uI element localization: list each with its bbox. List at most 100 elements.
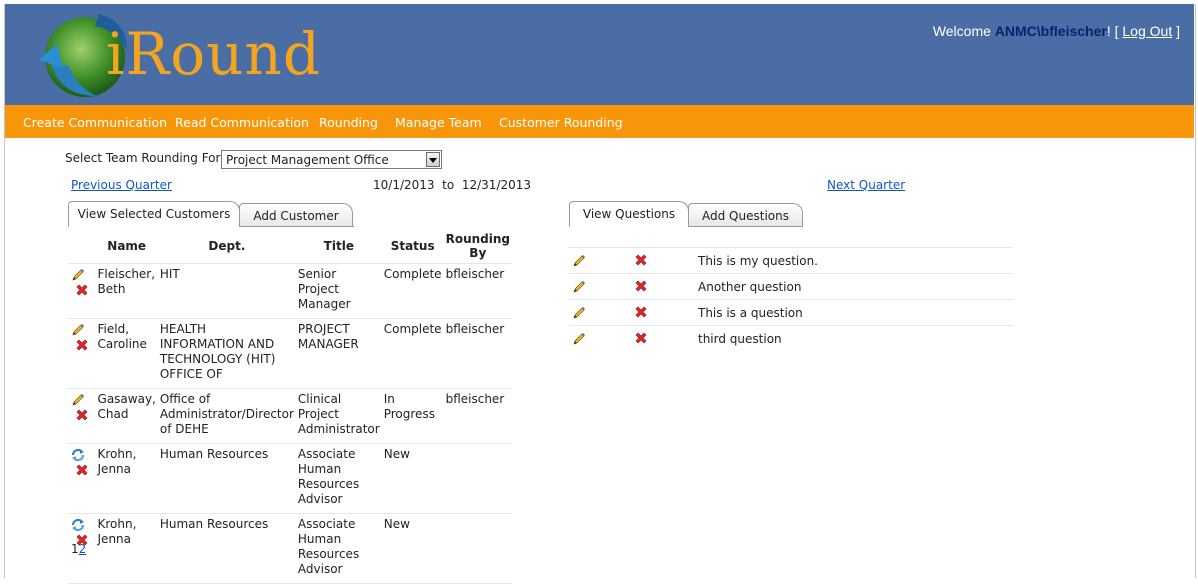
pencil-icon[interactable]: [70, 322, 86, 338]
question-row: This is my question.: [569, 247, 1013, 274]
row-dept: Office of Administrator/Director of DEHE: [157, 388, 296, 444]
quarter-date-range: 10/1/2013 to 12/31/2013: [373, 178, 531, 192]
row-title: Associate Human Resources Advisor: [295, 513, 382, 584]
row-actions: [68, 388, 96, 444]
question-text: This is my question.: [698, 247, 1013, 274]
questions-table: This is my question. Another question Th…: [569, 247, 1013, 351]
delete-icon[interactable]: [74, 283, 90, 299]
row-actions: [68, 318, 96, 389]
question-text: Another question: [698, 273, 1013, 300]
pencil-icon[interactable]: [70, 392, 86, 408]
row-title: PROJECT MANAGER: [295, 318, 382, 389]
status-header[interactable]: Status: [381, 228, 444, 264]
row-dept: HIT: [157, 263, 296, 319]
username: ANMC\bfleischer: [994, 23, 1107, 39]
header-banner: iRound Welcome ANMC\bfleischer! [ Log Ou…: [5, 4, 1194, 105]
row-delete: [633, 299, 698, 326]
row-dept: Human Resources: [157, 443, 296, 514]
row-name: Field, Caroline: [95, 318, 158, 389]
delete-icon[interactable]: [633, 331, 649, 347]
pencil-icon[interactable]: [70, 267, 86, 283]
dept-header[interactable]: Dept.: [157, 228, 296, 264]
quarter-separator: to: [442, 178, 455, 192]
row-rounding-by: bfleischer: [443, 318, 512, 389]
delete-icon[interactable]: [633, 253, 649, 269]
row-actions: [68, 443, 96, 514]
table-row: Gasaway, Chad Office of Administrator/Di…: [68, 388, 512, 444]
dropdown-arrow-icon[interactable]: [426, 152, 440, 167]
row-edit: [569, 247, 633, 274]
iround-logo[interactable]: iRound: [35, 8, 320, 104]
pencil-icon[interactable]: [571, 253, 587, 269]
question-text: This is a question: [698, 299, 1013, 326]
table-row: Fleischer, Beth HIT Senior Project Manag…: [68, 263, 512, 319]
row-name: Gasaway, Chad: [95, 388, 158, 444]
nav-create-communication[interactable]: Create Communication: [23, 115, 167, 130]
row-rounding-by: bfleischer: [443, 388, 512, 444]
pager-page-link[interactable]: 2: [79, 542, 87, 556]
team-select-dropdown[interactable]: Project Management Office: [221, 150, 442, 169]
nav-customer-rounding[interactable]: Customer Rounding: [499, 115, 623, 130]
tab-view-selected-customers[interactable]: View Selected Customers: [68, 201, 240, 227]
delete-icon[interactable]: [633, 279, 649, 295]
pencil-icon[interactable]: [571, 331, 587, 347]
previous-quarter-link[interactable]: Previous Quarter: [71, 178, 172, 192]
pencil-icon[interactable]: [571, 305, 587, 321]
row-dept: HEALTH INFORMATION AND TECHNOLOGY (HIT) …: [157, 318, 296, 389]
delete-icon[interactable]: [633, 305, 649, 321]
logout-link[interactable]: Log Out: [1122, 23, 1172, 39]
refresh-icon[interactable]: [70, 517, 86, 533]
row-dept: Human Resources: [157, 513, 296, 584]
row-status: New: [381, 443, 444, 514]
main-nav: Create Communication Read Communication …: [5, 105, 1194, 138]
row-edit: [569, 273, 633, 300]
refresh-icon[interactable]: [70, 447, 86, 463]
question-text: third question: [698, 325, 1013, 351]
nav-manage-team[interactable]: Manage Team: [395, 115, 482, 130]
row-rounding-by: [443, 443, 512, 514]
logo-wordmark: iRound: [106, 20, 321, 88]
welcome-prefix: Welcome: [932, 23, 995, 39]
tab-add-questions[interactable]: Add Questions: [688, 203, 803, 227]
delete-icon[interactable]: [74, 463, 90, 479]
row-rounding-by: bfleischer: [443, 263, 512, 319]
row-title: Clinical Project Administrator: [295, 388, 382, 444]
rounding-by-header[interactable]: Rounding By: [443, 228, 512, 264]
delete-icon[interactable]: [74, 338, 90, 354]
name-header[interactable]: Name: [95, 228, 158, 264]
row-edit: [569, 325, 633, 351]
delete-icon[interactable]: [74, 408, 90, 424]
next-quarter-link[interactable]: Next Quarter: [827, 178, 905, 192]
row-title: Senior Project Manager: [295, 263, 382, 319]
team-select-label: Select Team Rounding For:: [65, 151, 225, 165]
row-title: Associate Human Resources Advisor: [295, 443, 382, 514]
pencil-icon[interactable]: [571, 279, 587, 295]
welcome-message: Welcome ANMC\bfleischer! [ Log Out ]: [933, 23, 1180, 39]
customers-table: Name Dept. Title Status Rounding By Flei…: [68, 228, 512, 584]
row-status: Complete: [381, 263, 444, 319]
table-row: Krohn, Jenna Human Resources Associate H…: [68, 443, 512, 514]
table-row: Field, Caroline HEALTH INFORMATION AND T…: [68, 318, 512, 389]
tab-add-customer[interactable]: Add Customer: [239, 203, 353, 227]
pager: 12: [71, 542, 86, 556]
row-status: In Progress: [381, 388, 444, 444]
actions-header: [68, 228, 96, 264]
quarter-end: 12/31/2013: [461, 178, 532, 192]
nav-rounding[interactable]: Rounding: [319, 115, 378, 130]
table-row: Krohn, Jenna Human Resources Associate H…: [68, 513, 512, 584]
welcome-suffix: ! [: [1106, 23, 1123, 39]
row-delete: [633, 273, 698, 300]
question-row: This is a question: [569, 299, 1013, 326]
row-status: Complete: [381, 318, 444, 389]
nav-read-communication[interactable]: Read Communication: [175, 115, 309, 130]
pager-current-page: 1: [71, 542, 79, 556]
title-header[interactable]: Title: [295, 228, 382, 264]
quarter-start: 10/1/2013: [373, 178, 435, 192]
row-edit: [569, 299, 633, 326]
row-name: Krohn, Jenna: [95, 513, 158, 584]
row-actions: [68, 263, 96, 319]
bracket-close: ]: [1172, 23, 1180, 39]
customers-header-row: Name Dept. Title Status Rounding By: [68, 228, 512, 264]
tab-view-questions[interactable]: View Questions: [569, 201, 689, 227]
row-delete: [633, 247, 698, 274]
